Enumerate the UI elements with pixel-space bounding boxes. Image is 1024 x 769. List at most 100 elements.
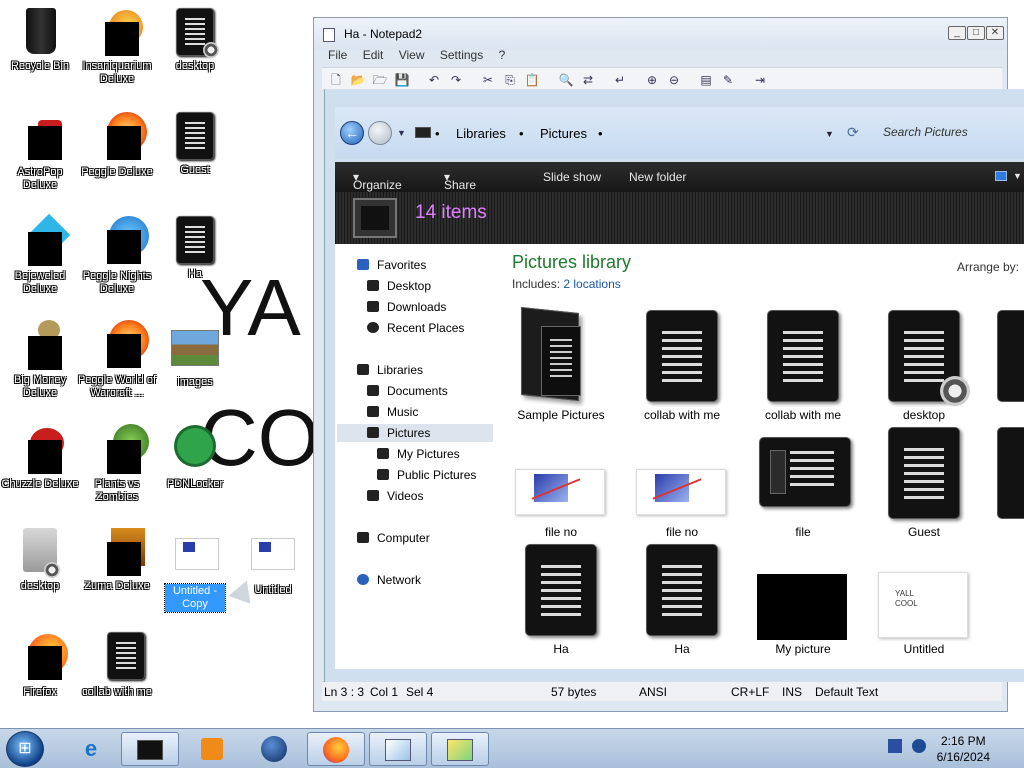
undo-icon[interactable]: ↶ bbox=[426, 72, 442, 88]
start-button[interactable]: ⊞ bbox=[6, 731, 44, 767]
nav-videos[interactable]: Videos bbox=[367, 489, 423, 503]
nav-music[interactable]: Music bbox=[367, 405, 418, 419]
desktop-icon-chuzzle[interactable]: Chuzzle Deluxe bbox=[0, 424, 80, 491]
file-item[interactable]: Guest bbox=[870, 427, 978, 539]
nav-pictures[interactable]: Pictures bbox=[337, 424, 493, 442]
zoom-out-icon[interactable]: ⊖ bbox=[666, 72, 682, 88]
new-folder-button[interactable]: New folder bbox=[629, 170, 686, 184]
address-dropdown-icon[interactable]: ▼ bbox=[825, 129, 834, 139]
recent-pages-dropdown-icon[interactable]: ▼ bbox=[397, 128, 406, 138]
desktop-icon-recycle-bin[interactable]: Recycle Bin bbox=[0, 6, 80, 73]
view-options-icon[interactable] bbox=[995, 171, 1007, 181]
nav-downloads[interactable]: Downloads bbox=[367, 300, 446, 314]
notepad-titlebar[interactable]: Ha - Notepad2 _ □ ✕ bbox=[314, 18, 1007, 50]
notepad-taskbar-button[interactable] bbox=[431, 732, 489, 766]
file-item[interactable]: file no bbox=[507, 427, 615, 539]
file-item[interactable]: desktop bbox=[870, 310, 978, 422]
menu-help[interactable]: ? bbox=[499, 48, 506, 62]
desktop-icon-collab-with-me[interactable]: collab with me bbox=[77, 632, 157, 699]
redo-icon[interactable]: ↷ bbox=[448, 72, 464, 88]
menu-view[interactable]: View bbox=[399, 48, 425, 62]
desktop-icon-peggle-nights[interactable]: Peggle Nights Deluxe bbox=[77, 216, 157, 296]
view-dropdown-icon[interactable]: ▼ bbox=[1013, 171, 1022, 181]
volume-tray-icon[interactable] bbox=[911, 739, 926, 753]
file-item[interactable]: collab with me bbox=[628, 310, 736, 422]
desktop-icon-big-money[interactable]: Big Money Deluxe bbox=[0, 320, 80, 400]
file-item[interactable]: Sample Pictures bbox=[507, 306, 615, 422]
file-item[interactable]: Ha bbox=[628, 544, 736, 656]
internet-explorer-taskbar-button[interactable]: e bbox=[62, 732, 120, 766]
nav-libraries[interactable]: Libraries bbox=[357, 363, 423, 377]
breadcrumb-pictures[interactable]: Pictures bbox=[540, 126, 587, 141]
desktop-icon-peggle-wow[interactable]: Peggle World of Warcraft ... bbox=[77, 320, 157, 400]
desktop-icon-pdnlocker[interactable]: PDNLocker bbox=[155, 424, 235, 491]
paste-icon[interactable]: 📋 bbox=[524, 72, 540, 88]
clock[interactable]: 2:16 PM 6/16/2024 bbox=[937, 733, 990, 765]
desktop-icon-guest[interactable]: Guest bbox=[155, 110, 235, 177]
arrange-by[interactable]: Arrange by: bbox=[957, 260, 1019, 274]
search-box[interactable]: Search Pictures bbox=[865, 119, 1024, 145]
find-icon[interactable]: 🔍 bbox=[558, 72, 574, 88]
file-item[interactable]: file bbox=[749, 427, 857, 539]
partial-file-item[interactable] bbox=[997, 427, 1024, 519]
desktop-icon-desktop-file[interactable]: desktop bbox=[0, 526, 80, 593]
slide-show-button[interactable]: Slide show bbox=[543, 170, 601, 184]
file-item[interactable]: collab with me bbox=[749, 310, 857, 422]
nav-network[interactable]: Network bbox=[357, 573, 421, 587]
nav-recent-places[interactable]: Recent Places bbox=[367, 321, 464, 335]
nav-public-pictures[interactable]: Public Pictures bbox=[377, 468, 476, 482]
close-button[interactable]: ✕ bbox=[986, 26, 1004, 40]
paint-taskbar-button[interactable] bbox=[369, 732, 427, 766]
firefox-taskbar-button[interactable] bbox=[307, 732, 365, 766]
menu-file[interactable]: File bbox=[328, 48, 347, 62]
desktop-icon-ha[interactable]: Ha bbox=[155, 214, 235, 281]
menu-edit[interactable]: Edit bbox=[363, 48, 384, 62]
explorer-window[interactable]: ← ▼ • Libraries • Pictures • ▼ ⟳ Search … bbox=[324, 89, 1024, 682]
file-item[interactable]: YALL COOL Untitled bbox=[870, 544, 978, 656]
desktop-icon-firefox[interactable]: Firefox bbox=[0, 632, 80, 699]
zoom-in-icon[interactable]: ⊕ bbox=[644, 72, 660, 88]
media-player-taskbar-button[interactable] bbox=[183, 732, 241, 766]
save-icon[interactable]: 💾 bbox=[394, 72, 410, 88]
breadcrumb-libraries[interactable]: Libraries bbox=[456, 126, 506, 141]
exit-icon[interactable]: ⇥ bbox=[752, 72, 768, 88]
file-item[interactable]: My picture bbox=[749, 544, 857, 656]
libraries-taskbar-button[interactable] bbox=[121, 732, 179, 766]
maximize-button[interactable]: □ bbox=[967, 26, 985, 40]
desktop-icon-peggle[interactable]: Peggle Deluxe bbox=[77, 112, 157, 179]
nav-documents[interactable]: Documents bbox=[367, 384, 448, 398]
desktop-icon-zuma[interactable]: Zuma Deluxe bbox=[77, 526, 157, 593]
desktop-icon-insaniquarium[interactable]: Insaniquarium Deluxe bbox=[77, 6, 157, 86]
desktop-icon-desktop[interactable]: desktop bbox=[155, 6, 235, 73]
network-tray-icon[interactable] bbox=[888, 739, 902, 753]
desktop-icon-untitled-copy[interactable]: Untitled - Copy bbox=[155, 530, 235, 613]
replace-icon[interactable]: ⇄ bbox=[580, 72, 596, 88]
browse-icon[interactable]: 🗁 bbox=[372, 72, 388, 88]
copy-icon[interactable]: ⎘ bbox=[502, 72, 518, 88]
desktop-icon-bejeweled[interactable]: Bejeweled Deluxe bbox=[0, 213, 80, 296]
globe-taskbar-button[interactable] bbox=[245, 732, 303, 766]
cut-icon[interactable]: ✂ bbox=[480, 72, 496, 88]
nav-favorites[interactable]: Favorites bbox=[357, 258, 426, 272]
customize-icon[interactable]: ✎ bbox=[720, 72, 736, 88]
refresh-icon[interactable]: ⟳ bbox=[847, 124, 859, 141]
minimize-button[interactable]: _ bbox=[948, 26, 966, 40]
new-icon[interactable]: 🗋 bbox=[328, 72, 344, 88]
scheme-icon[interactable]: ▤ bbox=[698, 72, 714, 88]
nav-my-pictures[interactable]: My Pictures bbox=[377, 447, 460, 461]
partial-file-item[interactable] bbox=[997, 310, 1024, 402]
desktop-icon-astropop[interactable]: AstroPop Deluxe bbox=[0, 112, 80, 192]
menu-settings[interactable]: Settings bbox=[440, 48, 483, 62]
locations-link[interactable]: 2 locations bbox=[563, 277, 620, 291]
open-icon[interactable]: 📂 bbox=[350, 72, 366, 88]
forward-button[interactable] bbox=[368, 121, 392, 145]
back-button[interactable]: ← bbox=[340, 121, 364, 145]
file-item[interactable]: Ha bbox=[507, 544, 615, 656]
nav-desktop[interactable]: Desktop bbox=[367, 279, 431, 293]
desktop-icon-images[interactable]: images bbox=[155, 322, 235, 389]
word-wrap-icon[interactable]: ↵ bbox=[612, 72, 628, 88]
desktop-icon-plants-vs-zombies[interactable]: Plants vs Zombies bbox=[77, 424, 157, 504]
file-item[interactable]: file no bbox=[628, 427, 736, 539]
share-with-button[interactable]: Share with ▾ bbox=[444, 170, 476, 206]
organize-button[interactable]: Organize ▾ bbox=[353, 170, 402, 192]
